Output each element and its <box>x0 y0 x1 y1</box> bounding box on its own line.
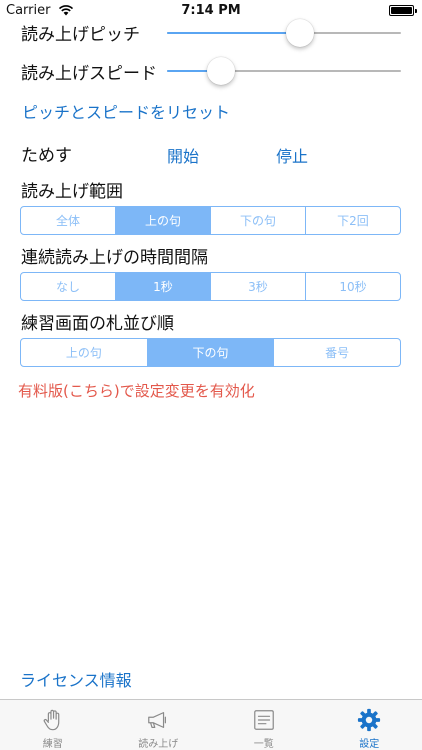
order-segmented-control[interactable]: 上の句 下の句 番号 <box>20 338 401 367</box>
speed-slider-thumb[interactable] <box>206 57 235 85</box>
list-icon <box>253 710 274 730</box>
tab-settings[interactable]: 設定 <box>317 700 422 750</box>
tab-practice[interactable]: 練習 <box>0 700 106 750</box>
hand-icon <box>43 709 60 731</box>
tab-practice-label: 練習 <box>42 739 63 750</box>
stop-button[interactable]: 停止 <box>276 143 308 167</box>
pitch-slider-thumb[interactable] <box>286 19 315 47</box>
tab-read-aloud[interactable]: 読み上げ <box>106 700 212 750</box>
range-option-lower[interactable]: 下の句 <box>210 207 305 234</box>
range-segmented-control[interactable]: 全体 上の句 下の句 下2回 <box>20 206 401 235</box>
interval-option-1s[interactable]: 1秒 <box>115 273 210 300</box>
interval-option-10s[interactable]: 10秒 <box>305 273 400 300</box>
tab-settings-label: 設定 <box>359 739 380 750</box>
range-option-upper[interactable]: 上の句 <box>115 207 210 234</box>
test-label: ためす <box>21 146 72 166</box>
start-button[interactable]: 開始 <box>167 143 199 167</box>
interval-label: 連続読み上げの時間間隔 <box>21 248 208 268</box>
speed-slider[interactable] <box>167 56 401 86</box>
tab-list[interactable]: 一覧 <box>211 700 317 750</box>
gear-icon <box>358 708 381 732</box>
order-option-upper[interactable]: 上の句 <box>21 339 147 366</box>
license-info-button[interactable]: ライセンス情報 <box>20 667 132 691</box>
order-option-number[interactable]: 番号 <box>273 339 400 366</box>
range-label: 読み上げ範囲 <box>21 182 123 202</box>
tab-read-aloud-label: 読み上げ <box>138 739 179 750</box>
pitch-label: 読み上げピッチ <box>21 25 140 45</box>
upgrade-notice-link[interactable]: 有料版(こちら)で設定変更を有効化 <box>18 380 255 401</box>
interval-option-3s[interactable]: 3秒 <box>210 273 305 300</box>
pitch-slider[interactable] <box>167 18 401 48</box>
order-option-lower[interactable]: 下の句 <box>146 339 274 366</box>
interval-segmented-control[interactable]: なし 1秒 3秒 10秒 <box>20 272 401 301</box>
order-label: 練習画面の札並び順 <box>21 314 174 334</box>
range-option-all[interactable]: 全体 <box>21 207 115 234</box>
tab-bar: 練習 読み上げ 一覧 設定 <box>0 699 422 750</box>
range-option-lower-twice[interactable]: 下2回 <box>305 207 400 234</box>
speed-label: 読み上げスピード <box>21 64 157 84</box>
battery-icon <box>389 5 417 16</box>
clock: 7:14 PM <box>181 3 241 18</box>
megaphone-icon <box>148 712 167 728</box>
tab-list-label: 一覧 <box>253 739 274 750</box>
reset-pitch-speed-button[interactable]: ピッチとスピードをリセット <box>22 99 230 123</box>
interval-option-none[interactable]: なし <box>21 273 115 300</box>
